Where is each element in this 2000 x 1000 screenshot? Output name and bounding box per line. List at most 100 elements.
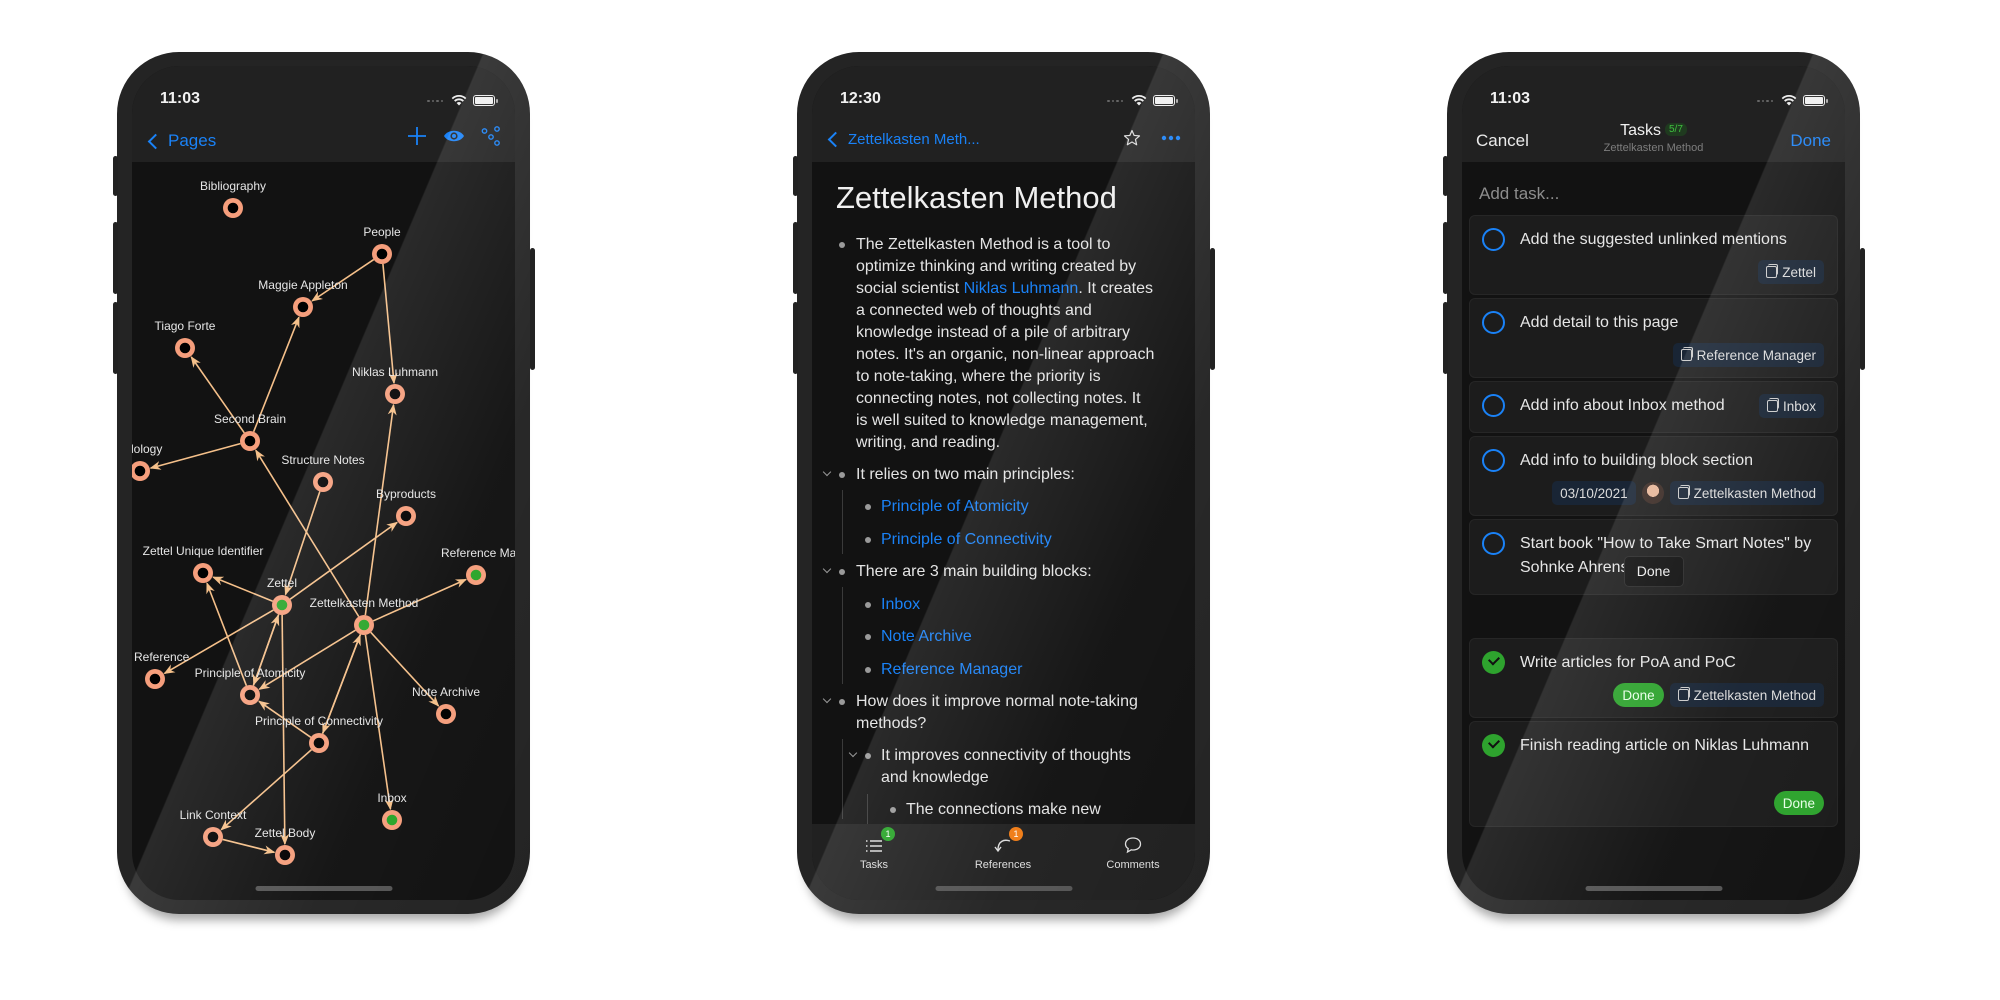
- bullet-icon[interactable]: [865, 602, 871, 608]
- graph-canvas[interactable]: Bibliography People Maggie Appleton Tiago F…: [132, 162, 515, 900]
- unchecked-checkbox[interactable]: [1482, 394, 1505, 417]
- bullet-icon[interactable]: [865, 753, 871, 759]
- task-text[interactable]: Add info to building block section: [1520, 449, 1825, 473]
- task-item[interactable]: Add the suggested unlinked mentions Zette…: [1469, 215, 1838, 295]
- block-text[interactable]: The connections make new: [906, 799, 1101, 821]
- graph-node-poc[interactable]: Principle of Connectivity: [255, 714, 383, 753]
- completed-task-item[interactable]: Finish reading article on Niklas Luhmann…: [1469, 721, 1838, 827]
- page-link-inbox[interactable]: Inbox: [881, 594, 920, 616]
- home-indicator[interactable]: [255, 886, 392, 891]
- block-text[interactable]: It improves connectivity of thoughts: [881, 745, 1131, 767]
- task-text[interactable]: Add the suggested unlinked mentions: [1520, 228, 1825, 252]
- back-button[interactable]: Pages: [146, 131, 216, 151]
- task-text[interactable]: Add detail to this page: [1520, 311, 1825, 335]
- task-item[interactable]: Add info about Inbox method Inbox: [1469, 381, 1838, 433]
- node-center-active: [470, 569, 482, 581]
- assignee-avatar[interactable]: [1641, 482, 1664, 504]
- graph-node-zkm[interactable]: Zettelkasten Method: [310, 596, 419, 635]
- graph-node-methodology[interactable]: Methodology: [132, 442, 162, 481]
- page-chip[interactable]: Zettelkasten Method: [1669, 481, 1824, 505]
- graph-node-structure[interactable]: Structure Notes: [281, 453, 365, 492]
- collapse-toggle-icon[interactable]: [822, 467, 832, 477]
- bullet-icon[interactable]: [839, 569, 845, 575]
- block-text-continued[interactable]: methods?: [856, 713, 926, 735]
- graph-node-zbody[interactable]: Zettel Body: [255, 826, 316, 865]
- page-content[interactable]: Zettelkasten Method The Zettelkasten Met…: [812, 162, 1195, 824]
- task-text[interactable]: Finish reading article on Niklas Luhmann: [1520, 734, 1825, 758]
- task-item[interactable]: Add detail to this page Reference Manager: [1469, 298, 1838, 378]
- bullet-icon[interactable]: [890, 807, 896, 813]
- wifi-icon: [451, 94, 467, 106]
- block-text[interactable]: It relies on two main principles:: [856, 464, 1075, 486]
- plus-icon[interactable]: [407, 126, 427, 146]
- graph-node-poa[interactable]: Principle of Atomicity: [195, 666, 306, 705]
- bullet-icon[interactable]: [839, 242, 845, 248]
- page-icon: [1677, 687, 1690, 701]
- graph-node-inbox[interactable]: Inbox: [377, 791, 407, 830]
- star-icon[interactable]: [1123, 129, 1141, 147]
- graph-node-niklas[interactable]: Niklas Luhmann: [352, 365, 438, 404]
- graph-node-people[interactable]: People: [363, 225, 401, 264]
- tab-comments[interactable]: Comments: [1083, 832, 1183, 871]
- task-text[interactable]: Write articles for PoA and PoC: [1520, 651, 1825, 675]
- bullet-icon[interactable]: [865, 634, 871, 640]
- block-text[interactable]: There are 3 main building blocks:: [856, 561, 1092, 583]
- graph-view[interactable]: Bibliography People Maggie Appleton Tiago F…: [132, 162, 515, 900]
- completed-task-item[interactable]: Write articles for PoA and PoC Done Zettel…: [1469, 638, 1838, 718]
- block-text[interactable]: How does it improve normal note-taking: [856, 691, 1138, 713]
- graph-icon[interactable]: [481, 126, 501, 146]
- collapse-toggle-icon[interactable]: [822, 564, 832, 574]
- bullet-icon[interactable]: [839, 472, 845, 478]
- page-link-principle-of-connectivity[interactable]: Principle of Connectivity: [881, 529, 1052, 551]
- unchecked-checkbox[interactable]: [1482, 449, 1505, 472]
- task-item[interactable]: Add info to building block section 03/10/…: [1469, 436, 1838, 516]
- page-link-niklas-luhmann[interactable]: Niklas Luhmann: [964, 280, 1079, 297]
- more-icon[interactable]: [1161, 135, 1181, 141]
- graph-link-zettel-to-zuid: [212, 576, 274, 602]
- eye-icon[interactable]: [443, 128, 465, 144]
- add-task-input[interactable]: [1479, 184, 1819, 204]
- page-chip[interactable]: Zettel: [1758, 260, 1824, 284]
- block-text-continued[interactable]: and knowledge: [881, 767, 989, 789]
- done-section-header[interactable]: Done: [1623, 556, 1684, 587]
- checked-checkbox-icon[interactable]: [1482, 734, 1505, 757]
- graph-node-zuid[interactable]: Zettel Unique Identifier: [143, 544, 264, 583]
- unchecked-checkbox[interactable]: [1482, 532, 1505, 555]
- unchecked-checkbox[interactable]: [1482, 228, 1505, 251]
- page-link-note-archive[interactable]: Note Archive: [881, 626, 972, 648]
- collapse-toggle-icon[interactable]: [822, 694, 832, 704]
- graph-node-tiago[interactable]: Tiago Forte: [155, 319, 216, 358]
- due-date-chip[interactable]: 03/10/2021: [1552, 481, 1636, 505]
- bullet-icon[interactable]: [839, 699, 845, 705]
- graph-node-byproducts[interactable]: Byproducts: [376, 487, 436, 526]
- page-title[interactable]: Zettelkasten Method: [836, 180, 1117, 216]
- page-link-principle-of-atomicity[interactable]: Principle of Atomicity: [881, 496, 1029, 518]
- bullet-icon[interactable]: [865, 504, 871, 510]
- home-indicator[interactable]: [935, 886, 1072, 891]
- bullet-icon[interactable]: [865, 667, 871, 673]
- graph-node-bibliography[interactable]: Bibliography: [200, 179, 266, 218]
- graph-node-refmgr[interactable]: Reference Manager: [441, 546, 515, 585]
- done-button[interactable]: Done: [1790, 131, 1831, 151]
- block-text[interactable]: The Zettelkasten Method is a tool to opti…: [856, 234, 1186, 454]
- page-link-reference-manager[interactable]: Reference Manager: [881, 659, 1022, 681]
- checked-checkbox-icon[interactable]: [1482, 651, 1505, 674]
- graph-node-maggie[interactable]: Maggie Appleton: [258, 278, 348, 317]
- tab-tasks[interactable]: 1 Tasks: [824, 827, 924, 871]
- graph-node-secondbrain[interactable]: Second Brain: [214, 412, 286, 451]
- done-status-chip[interactable]: Done: [1613, 683, 1664, 707]
- page-chip[interactable]: Reference Manager: [1672, 343, 1824, 367]
- bullet-icon[interactable]: [865, 537, 871, 543]
- graph-node-zettel[interactable]: Zettel: [267, 576, 297, 615]
- tab-references[interactable]: 1 References: [953, 827, 1053, 871]
- graph-node-linkctx[interactable]: Link Context: [180, 808, 247, 847]
- home-indicator[interactable]: [1585, 886, 1722, 891]
- graph-node-zref[interactable]: Zettel Reference: [132, 650, 190, 689]
- page-chip[interactable]: Zettelkasten Method: [1669, 683, 1824, 707]
- unchecked-checkbox[interactable]: [1482, 311, 1505, 334]
- page-chip[interactable]: Inbox: [1758, 394, 1824, 418]
- collapse-toggle-icon[interactable]: [848, 748, 858, 758]
- graph-node-notearchive[interactable]: Note Archive: [412, 685, 480, 724]
- back-button[interactable]: Zettelkasten Meth...: [826, 131, 980, 148]
- done-status-chip[interactable]: Done: [1773, 791, 1824, 815]
